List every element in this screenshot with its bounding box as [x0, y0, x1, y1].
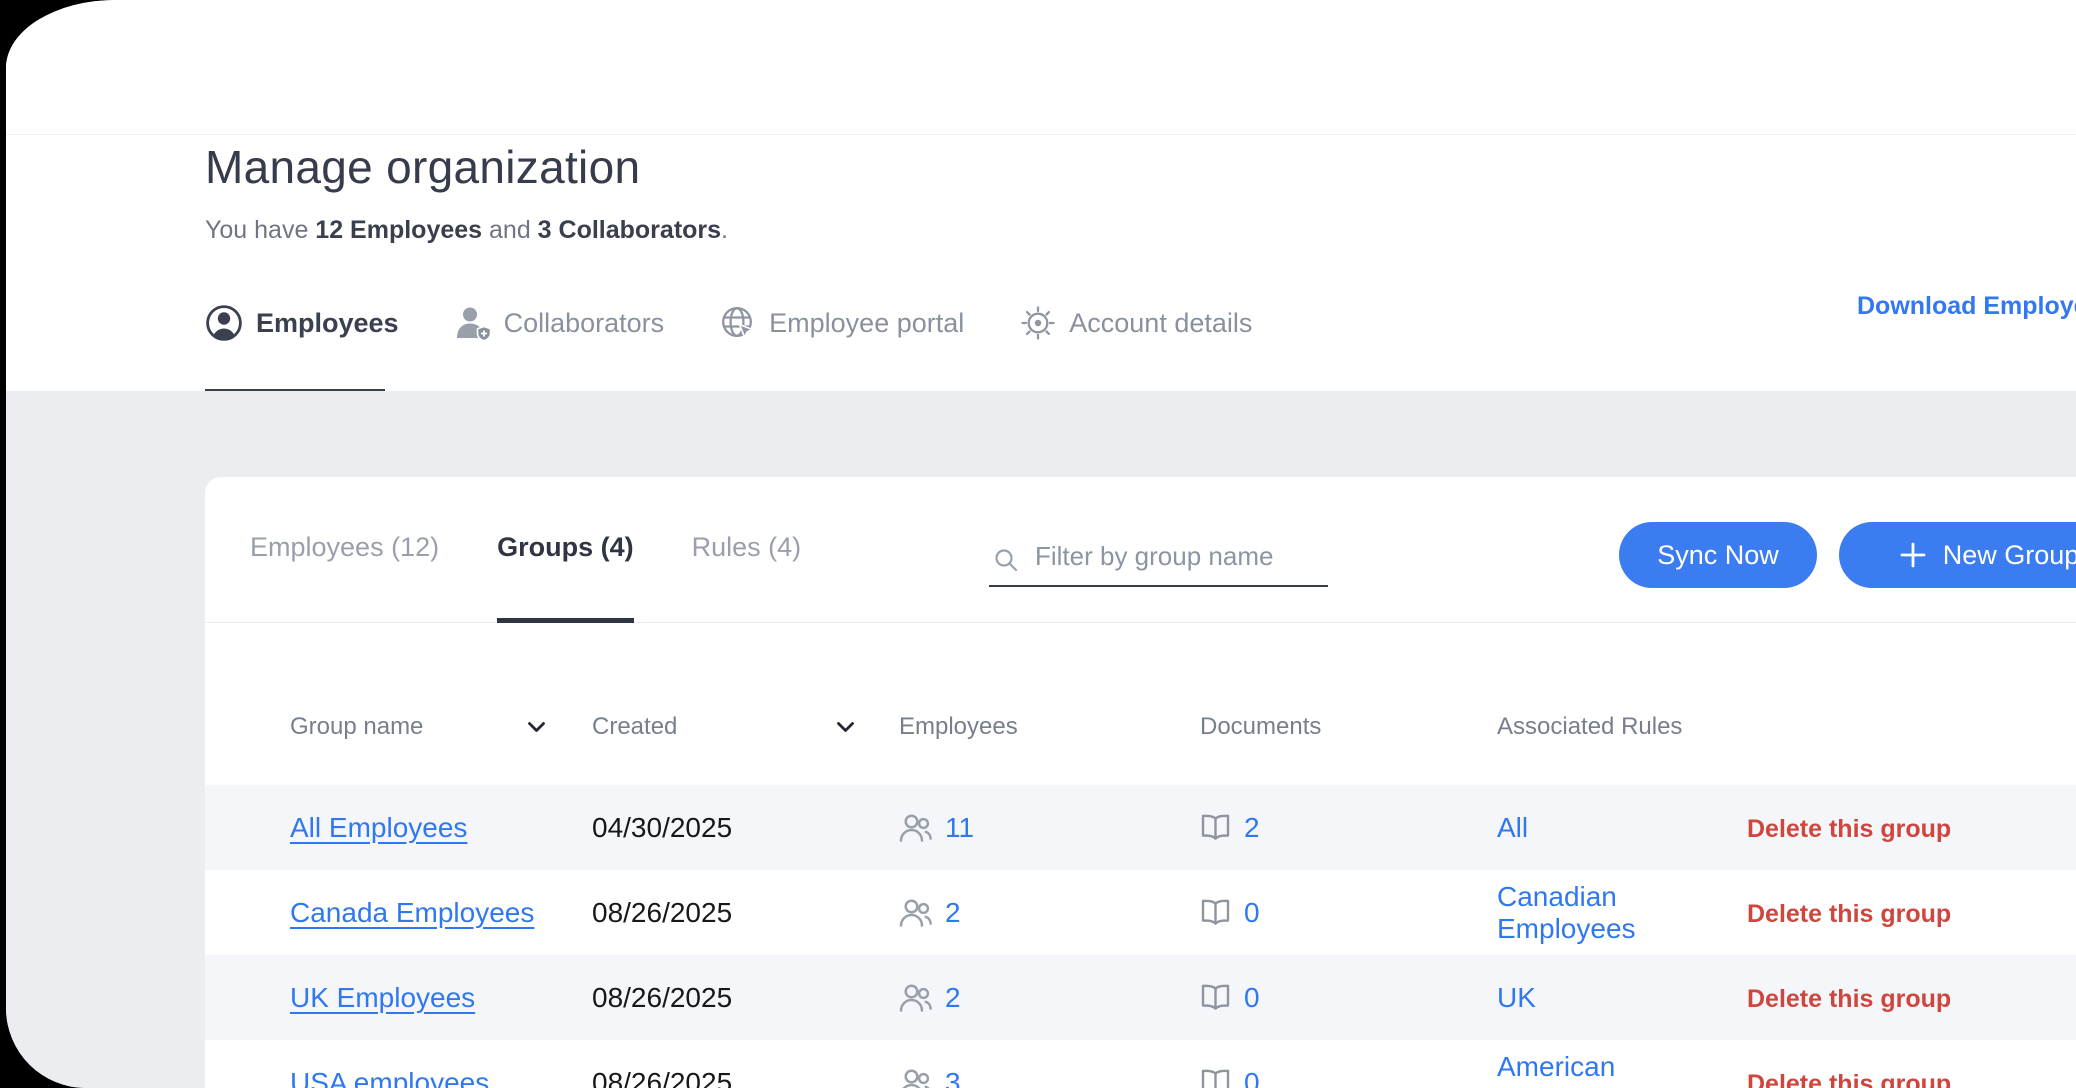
people-icon: [899, 813, 932, 842]
col-associated-rules: Associated Rules: [1497, 713, 1747, 741]
new-group-label: New Group: [1943, 540, 2076, 571]
tab-employees-label: Employees: [256, 308, 399, 339]
employees-count-link[interactable]: 11: [945, 812, 974, 844]
group-name-link[interactable]: UK Employees: [290, 982, 475, 1013]
plus-icon: [1899, 541, 1927, 569]
associated-rules-link[interactable]: Canadian Employees: [1497, 881, 1636, 944]
app-window: Manage organization You have 12 Employee…: [6, 0, 2076, 1088]
tab-employees-count[interactable]: Employees (12): [250, 477, 439, 623]
employees-count-link[interactable]: 2: [945, 897, 961, 929]
delete-group-link[interactable]: Delete this group: [1747, 900, 1951, 928]
tab-rules[interactable]: Rules (4): [692, 477, 802, 623]
col-employees: Employees: [899, 713, 1200, 741]
table-row: USA employees 08/26/2025 3 0 A: [205, 1040, 2076, 1088]
associated-rules-link[interactable]: UK: [1497, 982, 1536, 1013]
employees-count-cell: 11: [899, 812, 1200, 844]
download-employee-link[interactable]: Download Employee: [1857, 292, 2076, 321]
documents-count-link[interactable]: 0: [1244, 982, 1260, 1014]
documents-count-link[interactable]: 0: [1244, 1067, 1260, 1088]
collaborator-icon: [455, 305, 491, 341]
employees-count-cell: 2: [899, 897, 1200, 929]
employees-count-cell: 3: [899, 1067, 1200, 1088]
person-circle-icon: [205, 304, 243, 342]
tab-employee-portal-label: Employee portal: [769, 308, 964, 339]
sync-now-button[interactable]: Sync Now: [1619, 522, 1817, 588]
people-icon: [899, 983, 932, 1012]
tab-account-details-label: Account details: [1069, 308, 1252, 339]
employees-count-link[interactable]: 3: [945, 1067, 961, 1088]
col-documents: Documents: [1200, 713, 1497, 741]
tab-collaborators[interactable]: Collaborators: [455, 305, 665, 341]
gear-icon: [1020, 305, 1056, 341]
associated-rules-link[interactable]: All: [1497, 812, 1528, 843]
book-icon: [1200, 899, 1231, 926]
book-icon: [1200, 984, 1231, 1011]
delete-group-link[interactable]: Delete this group: [1747, 985, 1951, 1013]
tab-collaborators-label: Collaborators: [504, 308, 665, 339]
collaborators-count-text: 3 Collaborators: [538, 216, 721, 244]
page-header: Manage organization You have 12 Employee…: [6, 136, 2076, 391]
created-date: 08/26/2025: [592, 1067, 899, 1088]
book-icon: [1200, 1069, 1231, 1088]
associated-rules-link[interactable]: American Employees: [1497, 1051, 1636, 1088]
search-icon: [993, 547, 1019, 578]
card-tab-bar: Employees (12) Groups (4) Rules (4) Sync…: [205, 477, 2076, 623]
tab-account-details[interactable]: Account details: [1020, 305, 1252, 341]
documents-count-cell: 2: [1200, 812, 1497, 844]
sort-created[interactable]: Created: [592, 713, 899, 741]
created-date: 04/30/2025: [592, 812, 899, 844]
tab-employee-portal[interactable]: Employee portal: [720, 305, 964, 341]
people-icon: [899, 898, 932, 927]
filter-field-wrap: [989, 535, 1328, 587]
table-row: Canada Employees 08/26/2025 2 0: [205, 870, 2076, 955]
new-group-button[interactable]: New Group: [1839, 522, 2076, 588]
people-icon: [899, 1068, 932, 1088]
table-row: UK Employees 08/26/2025 2 0 UK: [205, 955, 2076, 1040]
employees-count-link[interactable]: 2: [945, 982, 961, 1014]
browser-chrome: [6, 0, 2076, 135]
table-row: All Employees 04/30/2025 11 2: [205, 785, 2076, 870]
chevron-down-icon: [527, 721, 546, 734]
delete-group-link[interactable]: Delete this group: [1747, 815, 1951, 843]
main-tab-bar: Employees Collaborators: [205, 304, 1252, 342]
documents-count-cell: 0: [1200, 982, 1497, 1014]
subtitle: You have 12 Employees and 3 Collaborator…: [205, 216, 728, 245]
delete-group-link[interactable]: Delete this group: [1747, 1070, 1951, 1088]
chevron-down-icon: [836, 721, 855, 734]
created-date: 08/26/2025: [592, 982, 899, 1014]
documents-count-cell: 0: [1200, 1067, 1497, 1088]
book-icon: [1200, 814, 1231, 841]
created-date: 08/26/2025: [592, 897, 899, 929]
tab-groups[interactable]: Groups (4): [497, 477, 634, 623]
filter-group-input[interactable]: [989, 535, 1328, 587]
documents-count-cell: 0: [1200, 897, 1497, 929]
documents-count-link[interactable]: 0: [1244, 897, 1260, 929]
tab-employees[interactable]: Employees: [205, 304, 399, 342]
page-title: Manage organization: [205, 140, 640, 194]
globe-cursor-icon: [720, 305, 756, 341]
employees-count-text: 12 Employees: [315, 216, 482, 244]
content-area: Employees (12) Groups (4) Rules (4) Sync…: [6, 391, 2076, 1088]
table-body: All Employees 04/30/2025 11 2: [205, 785, 2076, 1088]
table-header: Group name Created Employees Documents A…: [205, 623, 2076, 785]
employees-count-cell: 2: [899, 982, 1200, 1014]
groups-card: Employees (12) Groups (4) Rules (4) Sync…: [205, 477, 2076, 1088]
documents-count-link[interactable]: 2: [1244, 812, 1260, 844]
sort-group-name[interactable]: Group name: [290, 713, 592, 741]
group-name-link[interactable]: USA employees: [290, 1067, 489, 1088]
group-name-link[interactable]: Canada Employees: [290, 897, 534, 928]
group-name-link[interactable]: All Employees: [290, 812, 467, 843]
